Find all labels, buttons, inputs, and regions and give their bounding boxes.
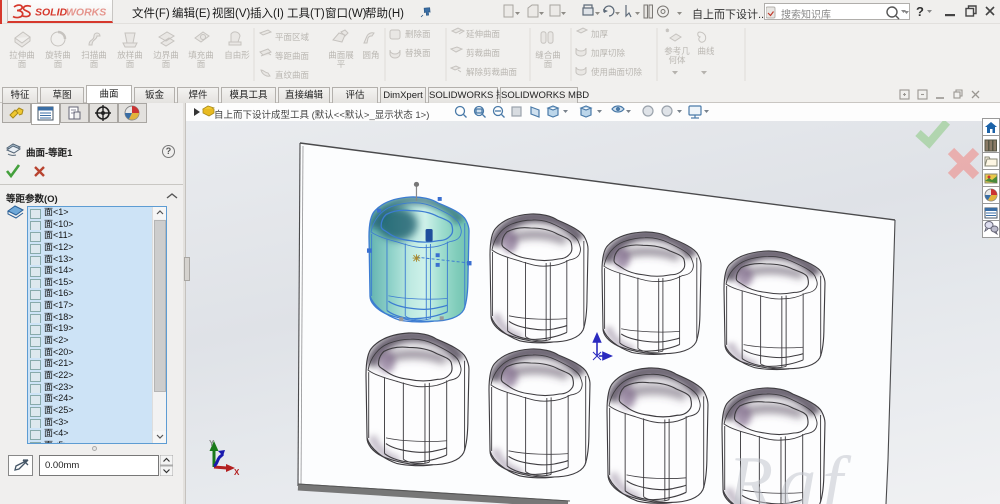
svg-text:面: 面 (90, 59, 99, 69)
svg-text:替换面: 替换面 (405, 48, 431, 58)
svg-text:面: 面 (126, 59, 135, 69)
svg-text:X: X (234, 468, 240, 477)
svg-text:面: 面 (162, 59, 171, 69)
svg-text:剪裁曲面: 剪裁曲面 (466, 48, 501, 58)
svg-text:延伸曲面: 延伸曲面 (466, 29, 501, 39)
svg-text:WORKS: WORKS (66, 7, 106, 19)
svg-text:SOLID: SOLID (35, 7, 68, 19)
svg-text:解除剪裁曲面: 解除剪裁曲面 (466, 67, 518, 77)
svg-text:Raf: Raf (727, 442, 852, 504)
svg-text:加厚切除: 加厚切除 (591, 48, 626, 58)
svg-text:等距曲面: 等距曲面 (275, 51, 310, 61)
svg-text:平: 平 (337, 59, 346, 69)
svg-text:面: 面 (197, 59, 206, 69)
svg-text:?: ? (916, 4, 924, 19)
svg-text:面: 面 (54, 59, 63, 69)
svg-text:何体: 何体 (668, 55, 686, 65)
svg-text:平面区域: 平面区域 (275, 32, 310, 42)
svg-text:面: 面 (544, 59, 553, 69)
svg-text:使用曲面切除: 使用曲面切除 (591, 67, 643, 77)
svg-text:*: * (666, 29, 669, 36)
svg-text:删除面: 删除面 (405, 29, 431, 39)
svg-text:直纹曲面: 直纹曲面 (275, 70, 310, 80)
svg-text:曲线: 曲线 (697, 46, 715, 56)
svg-text:加厚: 加厚 (591, 29, 609, 39)
svg-text:自由形: 自由形 (224, 50, 250, 60)
svg-text:圆角: 圆角 (362, 50, 379, 60)
svg-text:Y: Y (209, 439, 215, 448)
svg-text:面: 面 (18, 59, 27, 69)
